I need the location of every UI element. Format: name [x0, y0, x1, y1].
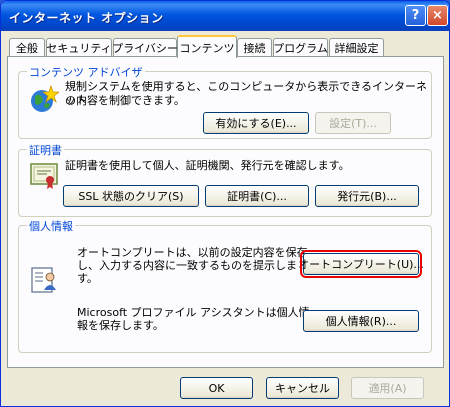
- tab-advanced[interactable]: 詳細設定: [329, 38, 384, 56]
- autocomplete-button[interactable]: オートコンプリート(U)...: [298, 250, 424, 278]
- content-advisor-desc-2: の内容を制御できます。: [65, 94, 185, 107]
- certificates-desc: 証明書を使用して個人、証明機関、発行元を確認します。: [65, 159, 350, 172]
- help-button[interactable]: ?: [405, 5, 426, 26]
- certificates-label: 証明書: [27, 142, 64, 158]
- tab-privacy[interactable]: プライバシー: [112, 38, 178, 56]
- tab-security[interactable]: セキュリティ: [46, 38, 112, 56]
- content-advisor-group: コンテンツ アドバイザ 規制システムを使用すると、このコンピュータから表示できる…: [18, 64, 432, 139]
- tab-general[interactable]: 全般: [9, 38, 45, 56]
- personal-info-label: 個人情報: [27, 218, 75, 234]
- tab-content[interactable]: コンテンツ: [177, 35, 237, 58]
- profile-assistant-desc-2: 報を保存します。: [77, 319, 164, 332]
- ok-button[interactable]: OK: [180, 377, 253, 399]
- profile-assistant-desc-1: Microsoft プロファイル アシスタントは個人情: [77, 306, 310, 319]
- autocomplete-desc-1: オートコンプリートは、以前の設定内容を保存: [77, 246, 308, 259]
- apply-button[interactable]: 適用(A): [351, 377, 424, 399]
- cancel-button[interactable]: キャンセル: [266, 377, 339, 399]
- tab-connections[interactable]: 接続: [237, 38, 272, 56]
- settings-button[interactable]: 設定(T)...: [315, 112, 391, 134]
- tab-programs[interactable]: プログラム: [273, 38, 328, 56]
- tab-strip: 全般 セキュリティ プライバシー コンテンツ 接続 プログラム 詳細設定: [7, 35, 443, 58]
- certificates-button[interactable]: 証明書(C)...: [205, 185, 309, 207]
- content-advisor-label: コンテンツ アドバイザ: [27, 64, 145, 80]
- close-button[interactable]: ×: [427, 5, 448, 26]
- autocomplete-desc-2: し、入力する内容に一致するものを提示しま: [77, 259, 297, 272]
- autocomplete-desc-3: す。: [77, 272, 98, 285]
- certificate-icon: [29, 160, 59, 193]
- internet-options-dialog: インターネット オプション ? × 全般 セキュリティ プライバシー コンテンツ…: [0, 0, 450, 407]
- enable-button[interactable]: 有効にする(E)...: [203, 112, 309, 134]
- window-title: インターネット オプション: [9, 11, 164, 25]
- personal-info-group: 個人情報 オートコンプリートは、以前の設定内容を保存 し、入力する内容に一致する…: [18, 218, 432, 353]
- clear-ssl-state-button[interactable]: SSL 状態のクリア(S): [63, 185, 199, 207]
- certificates-group: 証明書 証明書を使用して個人、証明機関、発行元を確認します。 SSL 状態のクリ…: [18, 142, 432, 217]
- address-card-icon: [29, 264, 59, 297]
- my-profile-button[interactable]: 個人情報(R)...: [303, 310, 419, 332]
- publishers-button[interactable]: 発行元(B)...: [315, 185, 419, 207]
- globe-star-icon: [29, 84, 61, 117]
- content-tab-panel: コンテンツ アドバイザ 規制システムを使用すると、このコンピュータから表示できる…: [7, 56, 444, 368]
- title-bar: インターネット オプション ? ×: [1, 1, 449, 31]
